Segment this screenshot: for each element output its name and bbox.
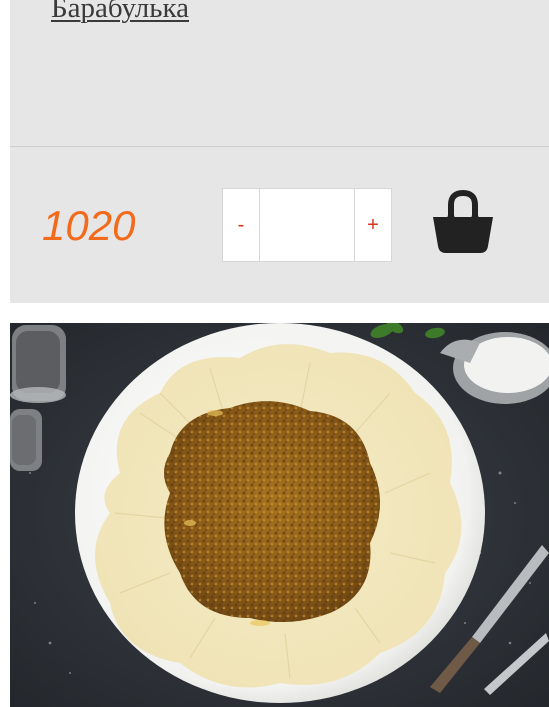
- product-photo[interactable]: [10, 323, 549, 707]
- card-divider: [10, 146, 549, 147]
- increase-quantity-button[interactable]: +: [354, 189, 391, 261]
- decrease-quantity-button[interactable]: -: [223, 189, 260, 261]
- shopping-bag-icon[interactable]: [430, 190, 496, 256]
- product-price: 1020: [42, 202, 136, 249]
- dish-photo-image: [10, 323, 549, 707]
- quantity-input[interactable]: [260, 189, 354, 261]
- quantity-stepper: - +: [222, 188, 392, 262]
- product-title-link[interactable]: Барабулька: [51, 0, 189, 25]
